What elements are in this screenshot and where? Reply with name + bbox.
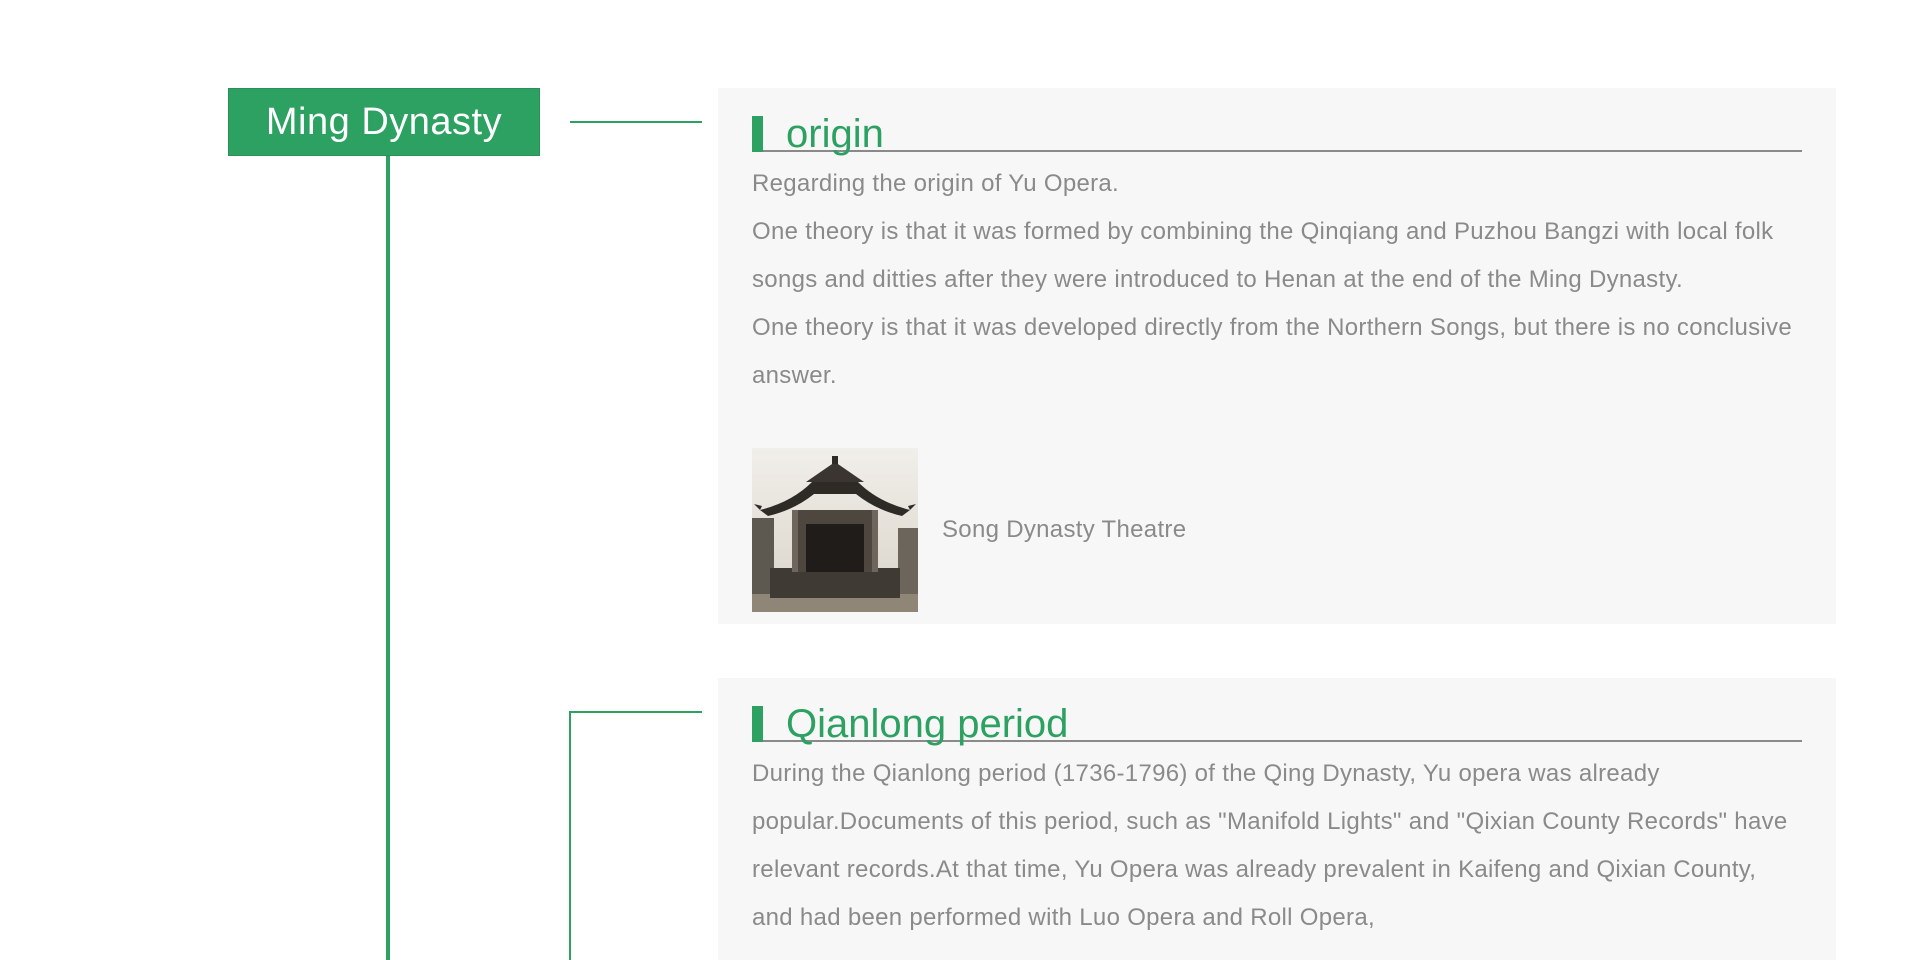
paragraph: During the Qianlong period (1736-1796) o… [752,760,1788,931]
pavilion-photo-icon [752,448,918,612]
timeline-page: Ming Dynasty origin Regarding the origin… [0,0,1920,960]
section-header: origin [752,100,1802,156]
paragraph: One theory is that it was developed dire… [752,314,1792,389]
section-title: origin [786,112,884,156]
section-marker [752,706,763,742]
connector-origin [570,121,702,123]
paragraph: One theory is that it was formed by comb… [752,218,1774,293]
section-card-origin: origin Regarding the origin of Yu Opera.… [718,88,1836,624]
figure: Song Dynasty Theatre [752,448,1186,612]
connector-qianlong-drop [569,711,571,960]
section-marker [752,116,763,152]
section-body: Regarding the origin of Yu Opera. One th… [752,160,1802,400]
section-card-qianlong: Qianlong period During the Qianlong peri… [718,678,1836,960]
dynasty-tag[interactable]: Ming Dynasty [228,88,540,156]
figure-caption: Song Dynasty Theatre [942,516,1187,543]
section-title: Qianlong period [786,702,1069,746]
connector-qianlong [570,711,702,713]
section-header: Qianlong period [752,690,1802,746]
section-body: During the Qianlong period (1736-1796) o… [752,750,1802,942]
timeline-spine [386,156,390,960]
paragraph: Regarding the origin of Yu Opera. [752,170,1120,197]
